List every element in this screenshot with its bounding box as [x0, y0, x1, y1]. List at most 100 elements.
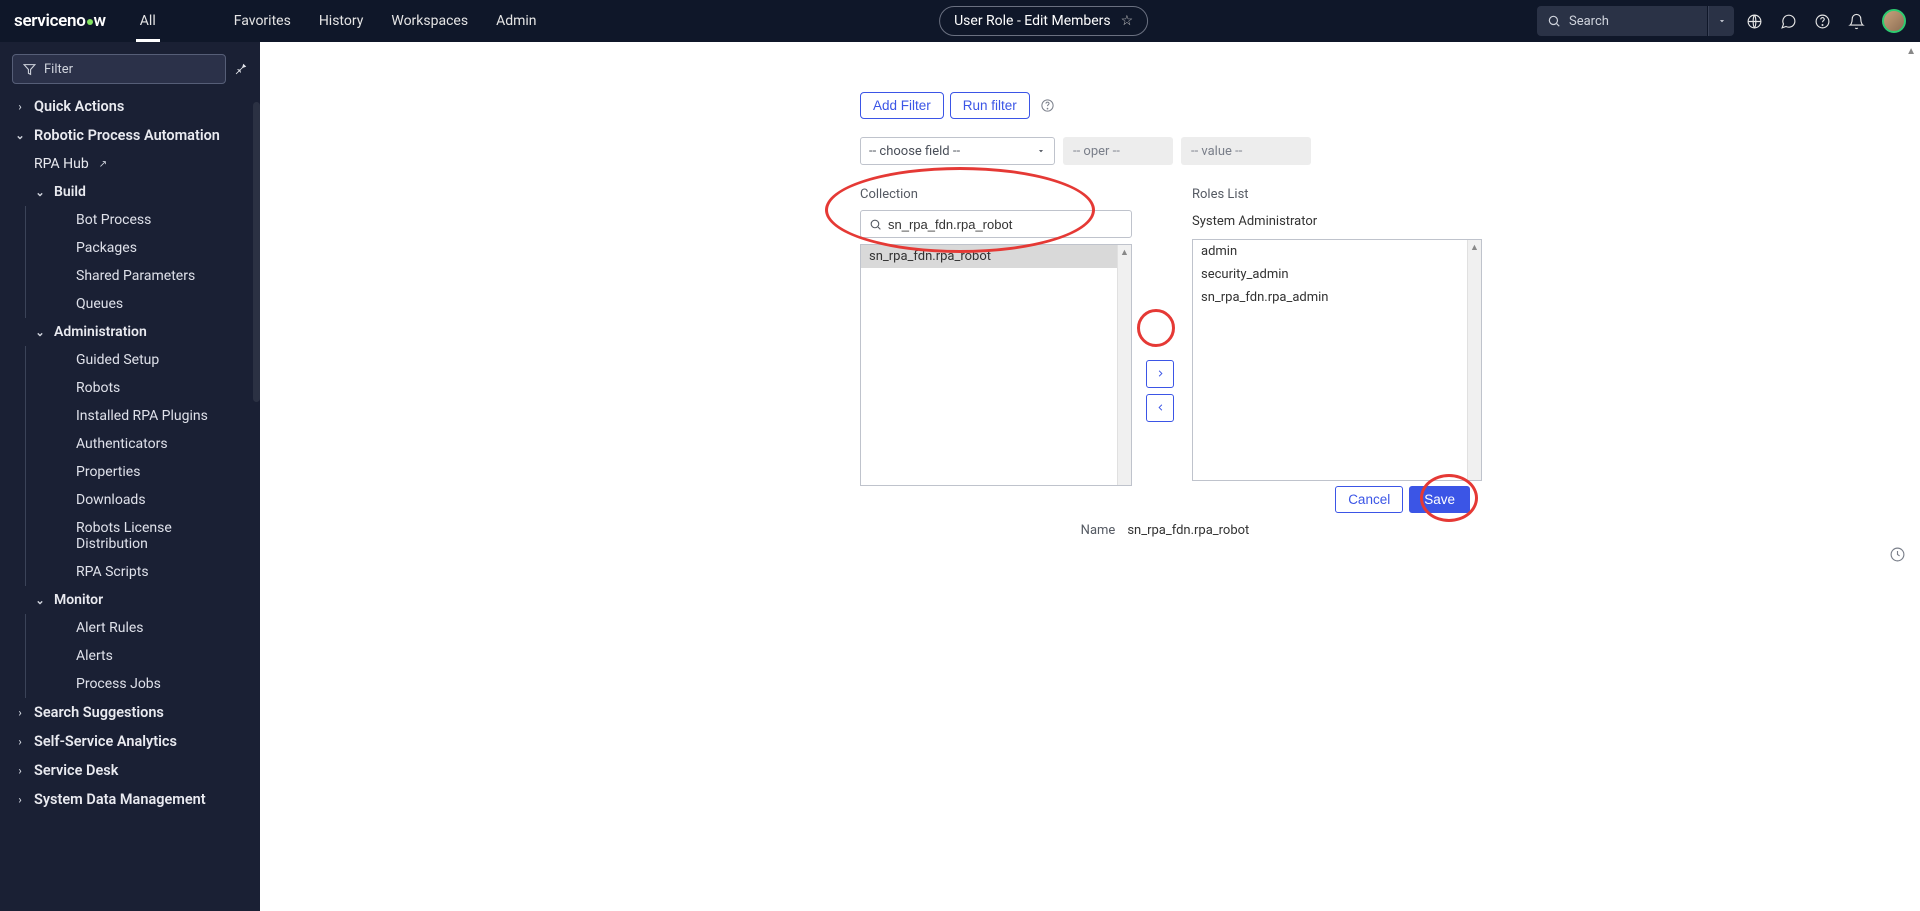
nav-administration-label: Administration: [54, 324, 147, 340]
collection-list-item[interactable]: sn_rpa_fdn.rpa_robot: [861, 245, 1131, 268]
collection-column: Collection sn_rpa_fdn.rpa_robot ▲: [860, 187, 1132, 486]
nav-build[interactable]: ⌄ Build: [0, 178, 260, 206]
move-left-button[interactable]: [1146, 394, 1174, 422]
globe-icon[interactable]: [1746, 13, 1768, 30]
nav-downloads[interactable]: Downloads: [26, 486, 260, 514]
nav-favorites[interactable]: Favorites: [220, 0, 305, 42]
roles-list-item[interactable]: sn_rpa_fdn.rpa_admin: [1193, 286, 1481, 309]
bell-icon[interactable]: [1848, 13, 1870, 30]
nav-workspaces[interactable]: Workspaces: [377, 0, 482, 42]
collection-listbox[interactable]: sn_rpa_fdn.rpa_robot ▲: [860, 244, 1132, 486]
nav-alerts[interactable]: Alerts: [26, 642, 260, 670]
roles-list-item[interactable]: security_admin: [1193, 263, 1481, 286]
save-button[interactable]: Save: [1409, 486, 1470, 513]
top-nav-secondary: Favorites History Workspaces Admin: [220, 0, 551, 42]
nav-queues[interactable]: Queues: [26, 290, 260, 318]
side-nav: Filter › Quick Actions ⌄ Robotic Process…: [0, 42, 260, 911]
choose-field-label: -- choose field --: [869, 144, 960, 159]
operator-field: -- oper --: [1063, 137, 1173, 165]
filter-buttons: Add Filter Run filter: [860, 92, 1500, 119]
roles-list-item[interactable]: admin: [1193, 240, 1481, 263]
star-icon[interactable]: ☆: [1121, 13, 1134, 29]
help-circle-icon[interactable]: [1040, 98, 1055, 113]
nav-process-jobs-label: Process Jobs: [76, 676, 161, 692]
nav-ssa-label: Self-Service Analytics: [34, 733, 177, 750]
nav-service-desk[interactable]: › Service Desk: [0, 756, 260, 785]
nav-quick-actions[interactable]: › Quick Actions: [0, 92, 260, 121]
nav-monitor-label: Monitor: [54, 592, 103, 608]
global-search-dropdown[interactable]: [1708, 6, 1734, 36]
clock-icon[interactable]: [1889, 546, 1906, 563]
nav-search-suggestions[interactable]: › Search Suggestions: [0, 698, 260, 727]
nav-history[interactable]: History: [305, 0, 378, 42]
nav-sdm-label: System Data Management: [34, 791, 206, 808]
collection-search-field[interactable]: [888, 217, 1123, 232]
nav-license-dist-label: Robots License Distribution: [76, 520, 246, 552]
search-icon: [1547, 14, 1561, 28]
nav-self-service-analytics[interactable]: › Self-Service Analytics: [0, 727, 260, 756]
nav-properties[interactable]: Properties: [26, 458, 260, 486]
roles-subtitle: System Administrator: [1192, 214, 1482, 229]
nav-system-data-mgmt[interactable]: › System Data Management: [0, 785, 260, 814]
search-icon: [869, 218, 882, 231]
nav-shared-params[interactable]: Shared Parameters: [26, 262, 260, 290]
pin-icon[interactable]: [234, 62, 248, 76]
nav-admin[interactable]: Admin: [482, 0, 550, 42]
nav-license-dist[interactable]: Robots License Distribution: [26, 514, 260, 558]
nav-monitor[interactable]: ⌄ Monitor: [0, 586, 260, 614]
nav-bot-process[interactable]: Bot Process: [26, 206, 260, 234]
transfer-buttons: [1146, 295, 1174, 486]
nav-build-label: Build: [54, 184, 86, 200]
name-value: sn_rpa_fdn.rpa_robot: [1127, 523, 1249, 538]
caret-down-icon: [1036, 146, 1046, 156]
nav-alert-rules[interactable]: Alert Rules: [26, 614, 260, 642]
collection-search-input[interactable]: [860, 210, 1132, 238]
nav-properties-label: Properties: [76, 464, 140, 480]
nav-all[interactable]: All: [126, 0, 170, 42]
funnel-icon: [23, 63, 36, 76]
nav-process-jobs[interactable]: Process Jobs: [26, 670, 260, 698]
nav-rpa-root-label: Robotic Process Automation: [34, 127, 220, 144]
add-filter-button[interactable]: Add Filter: [860, 92, 944, 119]
nav-robots[interactable]: Robots: [26, 374, 260, 402]
choose-field-select[interactable]: -- choose field --: [860, 137, 1055, 165]
nav-rpa-scripts[interactable]: RPA Scripts: [26, 558, 260, 586]
lists-row: Collection sn_rpa_fdn.rpa_robot ▲: [860, 187, 1500, 486]
nav-rpa-root[interactable]: ⌄ Robotic Process Automation: [0, 121, 260, 150]
scrollbar[interactable]: ▲: [1117, 245, 1131, 485]
form-wrap: Add Filter Run filter -- choose field --…: [860, 42, 1500, 538]
avatar[interactable]: [1882, 9, 1906, 33]
nav-authenticators-label: Authenticators: [76, 436, 168, 452]
side-filter-placeholder: Filter: [44, 62, 73, 77]
nav-packages[interactable]: Packages: [26, 234, 260, 262]
nav-alert-rules-label: Alert Rules: [76, 620, 144, 636]
scroll-up-icon[interactable]: ▲: [1468, 240, 1481, 254]
nav-administration[interactable]: ⌄ Administration: [0, 318, 260, 346]
nav-authenticators[interactable]: Authenticators: [26, 430, 260, 458]
context-pill-label: User Role - Edit Members: [954, 13, 1111, 29]
top-nav-primary: All: [126, 0, 170, 42]
nav-rpa-hub[interactable]: RPA Hub ↗: [0, 150, 260, 178]
nav-rpa-scripts-label: RPA Scripts: [76, 564, 149, 580]
scrollbar[interactable]: ▲: [1467, 240, 1481, 480]
help-icon[interactable]: [1814, 13, 1836, 30]
nav-guided-setup[interactable]: Guided Setup: [26, 346, 260, 374]
move-right-button[interactable]: [1146, 360, 1174, 388]
scroll-up-icon[interactable]: ▲: [1118, 245, 1131, 259]
nav-installed-plugins[interactable]: Installed RPA Plugins: [26, 402, 260, 430]
roles-listbox[interactable]: admin security_admin sn_rpa_fdn.rpa_admi…: [1192, 239, 1482, 481]
name-label: Name: [1081, 523, 1116, 538]
chat-icon[interactable]: [1780, 13, 1802, 30]
nav-queues-label: Queues: [76, 296, 123, 312]
collection-label: Collection: [860, 187, 1132, 202]
nav-shared-params-label: Shared Parameters: [76, 268, 195, 284]
scroll-up-icon[interactable]: ▲: [1906, 46, 1916, 57]
context-pill[interactable]: User Role - Edit Members ☆: [939, 6, 1148, 36]
cancel-button[interactable]: Cancel: [1335, 486, 1403, 513]
main: ▲ Add Filter Run filter -- choose field …: [260, 42, 1920, 911]
run-filter-button[interactable]: Run filter: [950, 92, 1030, 119]
side-filter-input[interactable]: Filter: [12, 54, 226, 84]
global-search[interactable]: Search: [1537, 6, 1707, 36]
chevron-right-icon: ›: [14, 735, 26, 748]
logo-text-b: w: [94, 11, 106, 31]
